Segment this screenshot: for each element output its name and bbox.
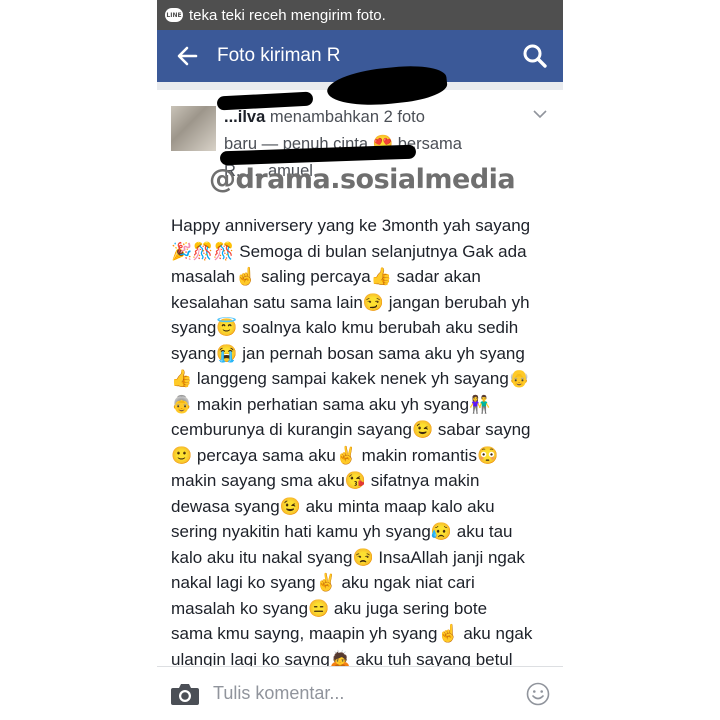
status-bar: LINE teka teki receh mengirim foto. — [157, 0, 563, 30]
post-body-line: dewasa syang😉 aku minta maap kalo aku — [171, 496, 495, 516]
post-body-line: masalah☝ saling percaya👍 sadar akan — [171, 267, 481, 286]
app-bar: Foto kiriman R — [157, 30, 563, 111]
post-body-line: syang😭 jan pernah bosan sama aku yh syan… — [171, 343, 525, 363]
camera-button[interactable] — [157, 667, 213, 720]
search-icon — [523, 44, 547, 68]
post-body-line: sering nyakitin hati kamu yh syang😥 aku … — [171, 522, 513, 541]
post-body-line: cemburunya di kurangin sayang😉 sabar say… — [171, 420, 531, 439]
post-body-line: syang😇 soalnya kalo kmu berubah aku sedi… — [171, 318, 519, 337]
back-arrow-icon — [177, 46, 198, 66]
post-body-line: 🎉🎊🎊 Semoga di bulan selanjutnya Gak ada — [171, 241, 527, 261]
post-body-line: sama kmu sayng, maapin yh syang☝ aku nga… — [171, 624, 533, 643]
comment-input[interactable] — [213, 683, 513, 704]
post-header: ...ilva menambahkan 2 foto baru — penuh … — [157, 90, 563, 200]
chevron-down-icon — [533, 110, 547, 119]
post-body-line: nakal lagi ko syang✌ aku ngak niat cari — [171, 573, 475, 592]
post-options-button[interactable] — [533, 106, 547, 124]
comment-bar — [157, 666, 563, 720]
search-button[interactable] — [517, 38, 553, 74]
post-body: Happy anniversery yang ke 3month yah say… — [171, 213, 549, 672]
post-body-line: masalah ko syang😑 aku juga sering bote — [171, 598, 488, 618]
camera-icon — [171, 683, 199, 705]
author-name[interactable]: ...ilva — [224, 108, 265, 126]
post-body-line: 👵 makin perhatian sama aku yh syang👫 — [171, 394, 491, 414]
post-body-line: kesalahan satu sama lain😏 jangan berubah… — [171, 292, 530, 312]
post-action-text: menambahkan 2 foto — [269, 108, 425, 126]
page-title: Foto kiriman R — [217, 45, 341, 66]
line-app-icon: LINE — [165, 8, 183, 22]
post-body-line: makin sayang sma aku😘 sifatnya makin — [171, 471, 480, 490]
phone-screen: LINE teka teki receh mengirim foto. Foto… — [157, 0, 563, 720]
notification-text: teka teki receh mengirim foto. — [189, 6, 386, 24]
post-body-line: Happy anniversery yang ke 3month yah say… — [171, 216, 531, 235]
smiley-icon — [526, 682, 550, 705]
watermark: @drama.sosialmedia — [209, 164, 516, 195]
post-header-line1: ...ilva menambahkan 2 foto — [224, 104, 504, 131]
back-button[interactable] — [157, 30, 217, 82]
emoji-button[interactable] — [513, 667, 563, 720]
post-body-line: 🙂 percaya sama aku✌ makin romantis😳 — [171, 445, 499, 465]
post-body-line: 👍 langgeng sampai kakek nenek yh sayang👴 — [171, 369, 530, 388]
post-body-line: kalo aku itu nakal syang😒 InsaAllah janj… — [171, 547, 525, 567]
avatar[interactable] — [171, 106, 216, 151]
